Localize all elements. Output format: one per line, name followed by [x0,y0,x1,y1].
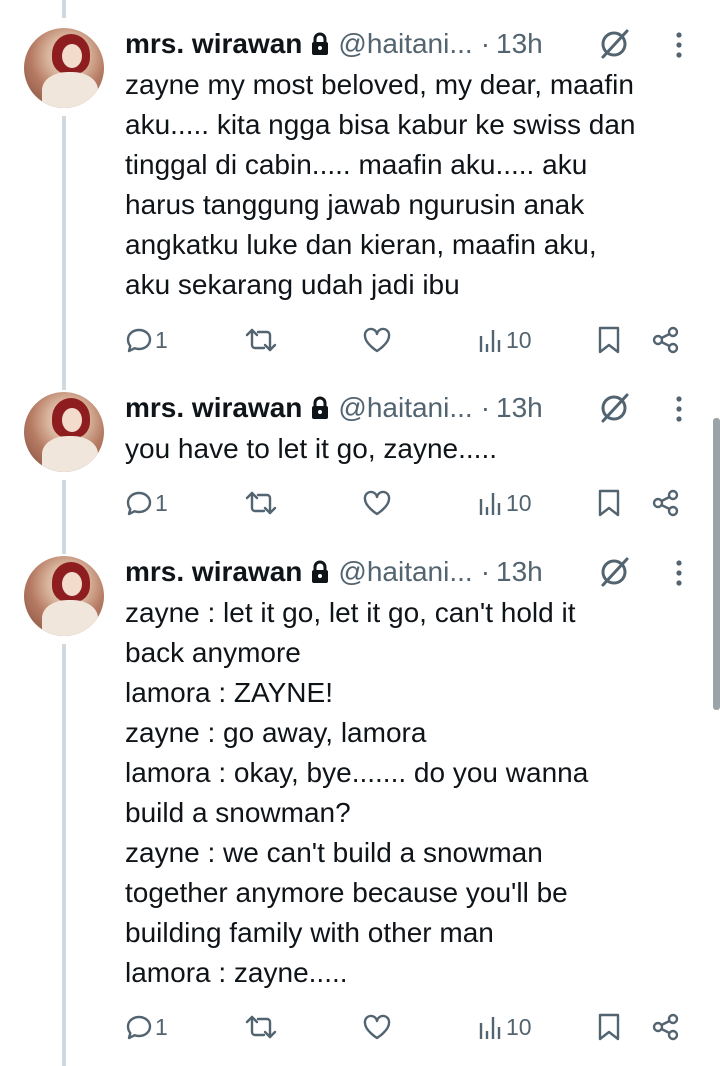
reply-count: 1 [155,326,168,353]
user-handle[interactable]: @haitani... [338,28,472,60]
share-icon [652,326,679,354]
share-icon [652,489,679,517]
repost-button[interactable] [245,485,277,521]
repost-icon [245,1015,277,1039]
reply-icon [126,1015,152,1040]
share-icon [652,1013,679,1041]
tweet-header: mrs. wirawan @haitani... · 13h [125,391,696,425]
views-count: 10 [506,1013,532,1040]
share-button[interactable] [651,485,681,521]
like-button[interactable] [362,485,392,521]
heart-icon [363,1014,391,1040]
avatar[interactable] [24,392,104,472]
repost-icon [245,491,277,515]
lock-icon [312,32,329,55]
separator-dot: · [480,28,491,59]
user-handle[interactable]: @haitani... [338,392,472,424]
grok-icon[interactable] [597,555,631,589]
avatar[interactable] [24,28,104,108]
repost-icon [245,328,277,352]
heart-icon [363,327,391,353]
tweet-text: you have to let it go, zayne..... [125,433,497,464]
separator-dot: · [480,556,491,587]
views-button[interactable]: 10 [478,485,532,521]
views-count: 10 [506,326,532,353]
reply-icon [126,491,152,516]
bookmark-button[interactable] [597,1009,621,1045]
reply-icon [126,328,152,353]
more-icon[interactable] [662,558,696,588]
bookmark-button[interactable] [597,322,621,358]
display-name[interactable]: mrs. wirawan [125,28,302,60]
avatar[interactable] [24,556,104,636]
timestamp[interactable]: 13h [496,28,543,60]
repost-button[interactable] [245,322,277,358]
heart-icon [363,490,391,516]
share-button[interactable] [651,322,681,358]
reply-button[interactable]: 1 [125,1009,168,1045]
timestamp[interactable]: 13h [496,392,543,424]
bookmark-icon [598,489,620,517]
like-button[interactable] [362,322,392,358]
reply-button[interactable]: 1 [125,485,168,521]
tweet-text: zayne my most beloved, my dear, maafin a… [125,69,636,300]
repost-button[interactable] [245,1009,277,1045]
tweet-header: mrs. wirawan @haitani... · 13h [125,27,696,61]
display-name[interactable]: mrs. wirawan [125,392,302,424]
tweet[interactable]: mrs. wirawan @haitani... · 13h zayne my … [0,0,720,380]
display-name[interactable]: mrs. wirawan [125,556,302,588]
more-icon[interactable] [662,394,696,424]
views-icon [479,1017,501,1039]
action-bar: 1 10 [125,485,685,521]
views-button[interactable]: 10 [478,322,532,358]
separator-dot: · [480,392,491,423]
views-icon [479,493,501,515]
tweet[interactable]: mrs. wirawan @haitani... · 13h you have … [0,380,720,544]
lock-icon [312,560,329,583]
views-icon [479,330,501,352]
grok-icon[interactable] [597,391,631,425]
reply-count: 1 [155,1013,168,1040]
user-handle[interactable]: @haitani... [338,556,472,588]
bookmark-button[interactable] [597,485,621,521]
views-count: 10 [506,489,532,516]
tweet-header: mrs. wirawan @haitani... · 13h [125,555,696,589]
timestamp[interactable]: 13h [496,556,543,588]
lock-icon [312,396,329,419]
tweet-text: zayne : let it go, let it go, can't hold… [125,597,589,988]
bookmark-icon [598,1013,620,1041]
views-button[interactable]: 10 [478,1009,532,1045]
reply-count: 1 [155,489,168,516]
action-bar: 1 10 [125,1009,685,1045]
like-button[interactable] [362,1009,392,1045]
grok-icon[interactable] [597,27,631,61]
tweet[interactable]: mrs. wirawan @haitani... · 13h zayne : l… [0,544,720,1066]
reply-button[interactable]: 1 [125,322,168,358]
share-button[interactable] [651,1009,681,1045]
more-icon[interactable] [662,30,696,60]
action-bar: 1 10 [125,322,685,358]
bookmark-icon [598,326,620,354]
